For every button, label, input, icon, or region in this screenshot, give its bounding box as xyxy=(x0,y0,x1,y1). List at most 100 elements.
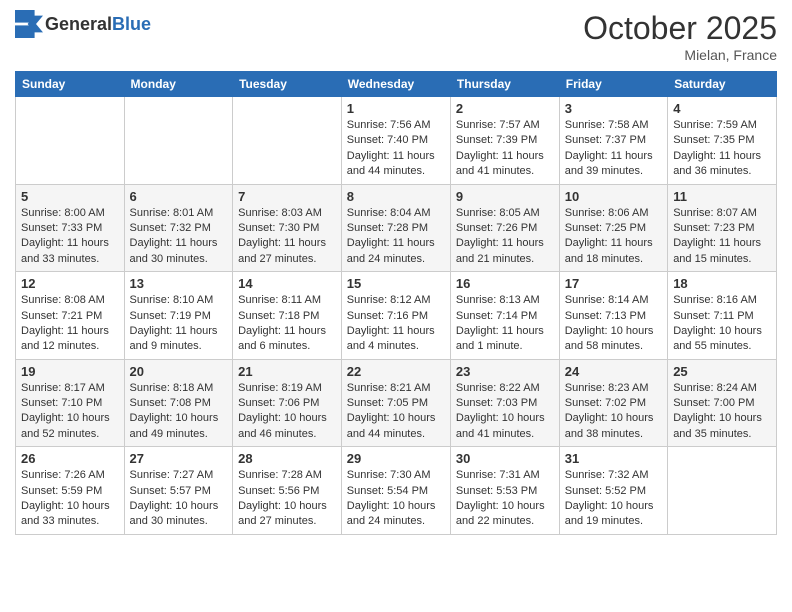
day-of-week-header: Wednesday xyxy=(341,72,450,97)
day-info: Sunrise: 8:14 AMSunset: 7:13 PMDaylight:… xyxy=(565,293,662,355)
day-number: 23 xyxy=(456,364,554,379)
day-number: 20 xyxy=(130,364,228,379)
day-number: 11 xyxy=(673,189,771,204)
day-number: 9 xyxy=(456,189,554,204)
day-info: Sunrise: 8:13 AMSunset: 7:14 PMDaylight:… xyxy=(456,293,554,355)
calendar-cell: 21Sunrise: 8:19 AMSunset: 7:06 PMDayligh… xyxy=(233,359,342,447)
calendar-cell: 16 Sunrise: 8:13 AMSunset: 7:14 PMDayligh… xyxy=(450,272,559,360)
day-info: Sunrise: 8:05 AMSunset: 7:26 PMDaylight:… xyxy=(456,206,554,268)
day-number: 19 xyxy=(21,364,119,379)
day-of-week-header: Thursday xyxy=(450,72,559,97)
calendar-cell: 15Sunrise: 8:12 AMSunset: 7:16 PMDayligh… xyxy=(341,272,450,360)
day-number: 4 xyxy=(673,101,771,116)
calendar-cell: 27 Sunrise: 7:27 AMSunset: 5:57 PMDayligh… xyxy=(124,447,233,535)
day-info: Sunrise: 8:18 AMSunset: 7:08 PMDaylight:… xyxy=(130,381,228,443)
logo-icon xyxy=(15,10,43,38)
calendar-week-row: 1Sunrise: 7:56 AMSunset: 7:40 PMDaylight… xyxy=(16,97,777,185)
day-info: Sunrise: 8:17 AMSunset: 7:10 PMDaylight:… xyxy=(21,381,119,443)
day-number: 3 xyxy=(565,101,662,116)
calendar-cell: 6Sunrise: 8:01 AMSunset: 7:32 PMDaylight… xyxy=(124,184,233,272)
day-info: Sunrise: 8:08 AMSunset: 7:21 PMDaylight:… xyxy=(21,293,119,355)
logo-text-blue: Blue xyxy=(112,14,151,34)
day-number: 25 xyxy=(673,364,771,379)
day-number: 2 xyxy=(456,101,554,116)
day-of-week-header: Saturday xyxy=(668,72,777,97)
day-info: Sunrise: 7:58 AMSunset: 7:37 PMDaylight:… xyxy=(565,118,662,180)
day-info: Sunrise: 7:31 AMSunset: 5:53 PMDaylight:… xyxy=(456,468,554,530)
day-number: 22 xyxy=(347,364,445,379)
logo-text-general: General xyxy=(45,14,112,34)
calendar-week-row: 19 Sunrise: 8:17 AMSunset: 7:10 PMDayligh… xyxy=(16,359,777,447)
calendar-cell: 3 Sunrise: 7:58 AMSunset: 7:37 PMDaylight… xyxy=(559,97,667,185)
day-info: Sunrise: 7:56 AMSunset: 7:40 PMDaylight:… xyxy=(347,118,445,180)
day-info: Sunrise: 8:22 AMSunset: 7:03 PMDaylight:… xyxy=(456,381,554,443)
calendar-cell: 5Sunrise: 8:00 AMSunset: 7:33 PMDaylight… xyxy=(16,184,125,272)
day-number: 27 xyxy=(130,451,228,466)
calendar-cell xyxy=(668,447,777,535)
day-info: Sunrise: 7:57 AMSunset: 7:39 PMDaylight:… xyxy=(456,118,554,180)
day-number: 10 xyxy=(565,189,662,204)
day-info: Sunrise: 8:21 AMSunset: 7:05 PMDaylight:… xyxy=(347,381,445,443)
day-number: 26 xyxy=(21,451,119,466)
day-number: 8 xyxy=(347,189,445,204)
day-info: Sunrise: 7:32 AMSunset: 5:52 PMDaylight:… xyxy=(565,468,662,530)
day-info: Sunrise: 7:26 AMSunset: 5:59 PMDaylight:… xyxy=(21,468,119,530)
calendar-cell: 13Sunrise: 8:10 AMSunset: 7:19 PMDayligh… xyxy=(124,272,233,360)
calendar-cell: 26 Sunrise: 7:26 AMSunset: 5:59 PMDayligh… xyxy=(16,447,125,535)
day-of-week-header: Friday xyxy=(559,72,667,97)
calendar-cell: 28 Sunrise: 7:28 AMSunset: 5:56 PMDayligh… xyxy=(233,447,342,535)
day-info: Sunrise: 8:10 AMSunset: 7:19 PMDaylight:… xyxy=(130,293,228,355)
day-info: Sunrise: 7:28 AMSunset: 5:56 PMDaylight:… xyxy=(238,468,336,530)
day-info: Sunrise: 8:11 AMSunset: 7:18 PMDaylight:… xyxy=(238,293,336,355)
location-title: Mielan, France xyxy=(583,47,777,63)
calendar-cell: 11 Sunrise: 8:07 AMSunset: 7:23 PMDayligh… xyxy=(668,184,777,272)
calendar-cell: 1Sunrise: 7:56 AMSunset: 7:40 PMDaylight… xyxy=(341,97,450,185)
day-number: 18 xyxy=(673,276,771,291)
page-header: GeneralBlue October 2025 Mielan, France xyxy=(15,10,777,63)
day-number: 24 xyxy=(565,364,662,379)
day-number: 30 xyxy=(456,451,554,466)
calendar-cell: 25 Sunrise: 8:24 AMSunset: 7:00 PMDayligh… xyxy=(668,359,777,447)
calendar-cell xyxy=(233,97,342,185)
day-info: Sunrise: 7:30 AMSunset: 5:54 PMDaylight:… xyxy=(347,468,445,530)
calendar-cell: 24 Sunrise: 8:23 AMSunset: 7:02 PMDayligh… xyxy=(559,359,667,447)
calendar-cell: 4 Sunrise: 7:59 AMSunset: 7:35 PMDaylight… xyxy=(668,97,777,185)
calendar-cell: 2 Sunrise: 7:57 AMSunset: 7:39 PMDaylight… xyxy=(450,97,559,185)
calendar-cell: 10 Sunrise: 8:06 AMSunset: 7:25 PMDayligh… xyxy=(559,184,667,272)
day-info: Sunrise: 8:03 AMSunset: 7:30 PMDaylight:… xyxy=(238,206,336,268)
calendar-cell: 22 Sunrise: 8:21 AMSunset: 7:05 PMDayligh… xyxy=(341,359,450,447)
calendar-cell: 31Sunrise: 7:32 AMSunset: 5:52 PMDayligh… xyxy=(559,447,667,535)
day-number: 21 xyxy=(238,364,336,379)
day-info: Sunrise: 8:00 AMSunset: 7:33 PMDaylight:… xyxy=(21,206,119,268)
title-block: October 2025 Mielan, France xyxy=(583,10,777,63)
calendar-cell xyxy=(124,97,233,185)
calendar-cell: 9 Sunrise: 8:05 AMSunset: 7:26 PMDaylight… xyxy=(450,184,559,272)
day-info: Sunrise: 7:59 AMSunset: 7:35 PMDaylight:… xyxy=(673,118,771,180)
day-number: 7 xyxy=(238,189,336,204)
day-number: 16 xyxy=(456,276,554,291)
calendar-cell: 23 Sunrise: 8:22 AMSunset: 7:03 PMDayligh… xyxy=(450,359,559,447)
calendar-table: SundayMondayTuesdayWednesdayThursdayFrid… xyxy=(15,71,777,535)
calendar-cell: 17 Sunrise: 8:14 AMSunset: 7:13 PMDayligh… xyxy=(559,272,667,360)
day-number: 28 xyxy=(238,451,336,466)
calendar-header-row: SundayMondayTuesdayWednesdayThursdayFrid… xyxy=(16,72,777,97)
day-number: 17 xyxy=(565,276,662,291)
calendar-cell: 7 Sunrise: 8:03 AMSunset: 7:30 PMDaylight… xyxy=(233,184,342,272)
day-info: Sunrise: 7:27 AMSunset: 5:57 PMDaylight:… xyxy=(130,468,228,530)
calendar-cell: 20 Sunrise: 8:18 AMSunset: 7:08 PMDayligh… xyxy=(124,359,233,447)
day-of-week-header: Tuesday xyxy=(233,72,342,97)
day-number: 14 xyxy=(238,276,336,291)
day-info: Sunrise: 8:16 AMSunset: 7:11 PMDaylight:… xyxy=(673,293,771,355)
day-info: Sunrise: 8:07 AMSunset: 7:23 PMDaylight:… xyxy=(673,206,771,268)
day-info: Sunrise: 8:04 AMSunset: 7:28 PMDaylight:… xyxy=(347,206,445,268)
calendar-week-row: 12 Sunrise: 8:08 AMSunset: 7:21 PMDayligh… xyxy=(16,272,777,360)
day-info: Sunrise: 8:23 AMSunset: 7:02 PMDaylight:… xyxy=(565,381,662,443)
calendar-week-row: 5Sunrise: 8:00 AMSunset: 7:33 PMDaylight… xyxy=(16,184,777,272)
day-info: Sunrise: 8:06 AMSunset: 7:25 PMDaylight:… xyxy=(565,206,662,268)
day-number: 12 xyxy=(21,276,119,291)
day-info: Sunrise: 8:24 AMSunset: 7:00 PMDaylight:… xyxy=(673,381,771,443)
calendar-cell: 30 Sunrise: 7:31 AMSunset: 5:53 PMDayligh… xyxy=(450,447,559,535)
day-of-week-header: Sunday xyxy=(16,72,125,97)
calendar-cell: 12 Sunrise: 8:08 AMSunset: 7:21 PMDayligh… xyxy=(16,272,125,360)
day-info: Sunrise: 8:01 AMSunset: 7:32 PMDaylight:… xyxy=(130,206,228,268)
